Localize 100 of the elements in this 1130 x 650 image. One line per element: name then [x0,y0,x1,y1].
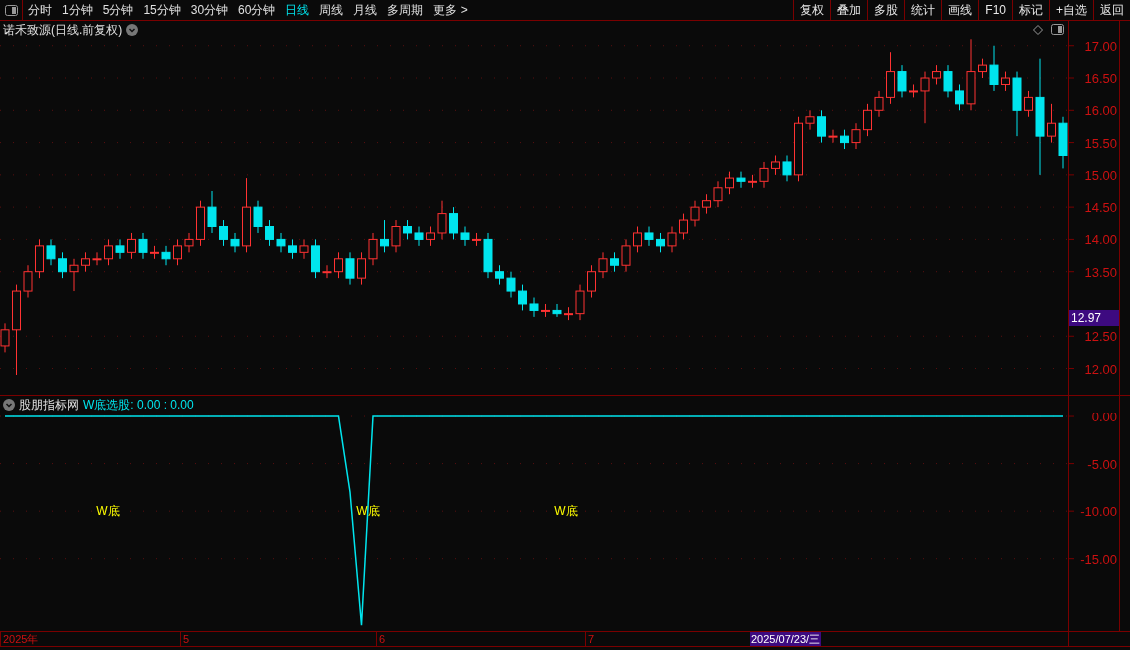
candlestick [81,251,90,273]
candlestick [230,232,240,253]
candlestick [828,129,838,144]
candlestick [322,264,332,279]
candlestick [656,232,665,253]
axis-label: 15.00 [1084,167,1117,183]
candlestick [771,154,780,176]
panel-toggle-icon[interactable] [4,4,18,16]
period-tab[interactable]: 月线 [353,1,378,19]
candlestick [598,251,608,279]
date-label: 2025年 [0,632,39,646]
axis-label: -10.00 [1080,504,1117,520]
axis-label: 12.00 [1084,361,1117,377]
candlestick [989,45,999,92]
candlestick [690,200,700,228]
candlestick [184,232,194,253]
candlestick [736,171,746,189]
toolbar-button[interactable]: +自选 [1049,0,1093,20]
candlestick [207,190,217,234]
candlestick [955,83,964,111]
candlestick [334,251,343,279]
candlestick [276,232,286,253]
axis-label: 15.50 [1084,135,1117,151]
candlestick [943,64,953,98]
candlestick [115,238,125,260]
candlestick [173,238,182,266]
period-tab[interactable]: 30分钟 [190,1,229,19]
candlestick [414,226,424,247]
period-tab[interactable]: 更多 > [433,1,468,19]
candlestick [702,193,711,215]
candlestick [759,161,769,189]
candlestick [1001,71,1010,92]
toolbar-button[interactable]: 标记 [1012,0,1049,20]
candlestick [391,219,401,253]
candlestick [840,129,849,150]
axis-label: 17.00 [1084,38,1117,54]
candlestick [219,219,228,247]
stock-title: 诺禾致源(日线.前复权) [3,21,123,39]
candlestick [426,226,435,247]
axis-label: 16.00 [1084,103,1117,119]
candlestick [460,226,470,247]
period-tab[interactable]: 60分钟 [238,1,276,19]
toolbar-button[interactable]: 复权 [793,0,831,20]
candlestick [633,226,642,253]
axis-label: 14.00 [1084,232,1117,248]
period-tab[interactable]: 周线 [319,1,344,19]
candlestick [575,284,585,321]
candlestick [92,251,102,266]
candlestick [345,251,355,286]
toolbar-button[interactable]: 多股 [867,0,905,20]
candlestick [1024,90,1033,118]
period-tab[interactable]: 分时 [28,1,52,19]
candlestick [127,232,136,260]
period-tab[interactable]: 多周期 [387,1,424,19]
indicator-values: W底选股: 0.00 : 0.00 [83,396,194,414]
dropdown-icon[interactable] [126,23,139,36]
axis-label: 12.50 [1084,329,1117,345]
candlestick [817,109,826,144]
candlestick [667,226,677,253]
candlestick [920,71,930,124]
candlestick [288,238,297,260]
candlestick [782,154,792,182]
candlestick [621,238,631,273]
candlestick [161,245,171,266]
period-tab[interactable]: 5分钟 [102,1,134,19]
candlestick [552,303,562,318]
candlestick [437,200,447,240]
candlestick [368,232,378,266]
toolbar-button[interactable]: 返回 [1093,0,1130,20]
diamond-icon[interactable] [1033,24,1043,35]
panel-toggle-icon[interactable] [1051,24,1064,35]
candlestick [495,264,504,286]
candlestick [253,200,263,234]
candlestick [805,109,815,131]
toolbar-button[interactable]: 画线 [941,0,979,20]
toolbar-button[interactable]: 统计 [904,0,942,20]
candlestick [874,90,884,118]
date-label: 6 [376,632,386,646]
cursor-date-tag: 2025/07/23/三 [750,632,822,646]
candlestick [1047,103,1056,144]
candlestick [587,264,596,299]
candlestick [357,251,366,286]
period-tab[interactable]: 1分钟 [62,1,93,19]
candlestick [46,238,56,266]
dropdown-icon[interactable] [3,398,15,411]
candlestick [23,264,33,299]
period-tab[interactable]: 15分钟 [143,1,181,19]
candlestick [449,206,458,240]
candlestick [713,180,723,208]
candlestick [265,219,274,247]
toolbar-button[interactable]: F10 [978,0,1012,20]
toolbar-button[interactable]: 叠加 [830,0,868,20]
candlestick [610,251,619,273]
candlestick [518,284,527,311]
candlestick [0,322,10,353]
axis-label: 16.50 [1084,71,1117,87]
candlestick [69,258,79,292]
candlestick [725,171,734,195]
candlestick [529,297,539,318]
period-tab[interactable]: 日线 [285,1,310,19]
